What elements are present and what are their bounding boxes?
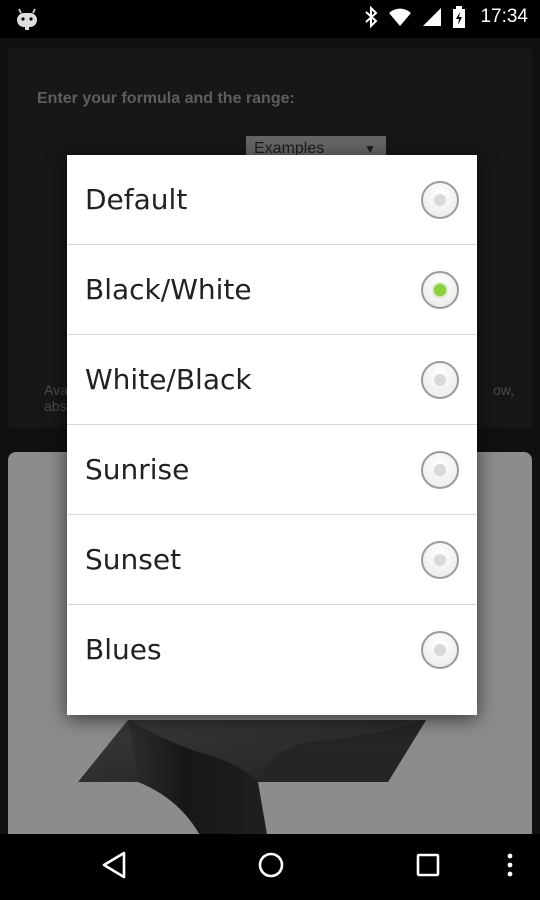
radio-button[interactable]: [421, 451, 459, 489]
recents-icon[interactable]: [414, 850, 442, 880]
radio-dot: [434, 374, 446, 386]
bluetooth-icon: [365, 6, 378, 28]
navigation-bar: [0, 834, 540, 900]
option-label: Default: [85, 183, 188, 216]
radio-button[interactable]: [421, 631, 459, 669]
option-sunrise[interactable]: Sunrise: [67, 425, 477, 515]
option-black-white[interactable]: Black/White: [67, 245, 477, 335]
option-default[interactable]: Default: [67, 155, 477, 245]
radio-dot: [434, 554, 446, 566]
back-icon[interactable]: [100, 850, 128, 880]
radio-button[interactable]: [421, 361, 459, 399]
radio-button[interactable]: [421, 181, 459, 219]
option-label: White/Black: [85, 363, 252, 396]
option-label: Sunset: [85, 543, 182, 576]
radio-button[interactable]: [421, 541, 459, 579]
option-label: Blues: [85, 633, 162, 666]
radio-button-selected[interactable]: [421, 271, 459, 309]
overflow-menu-icon[interactable]: [504, 850, 516, 880]
radio-dot: [434, 464, 446, 476]
home-icon[interactable]: [256, 850, 286, 880]
signal-icon: [423, 8, 442, 26]
option-sunset[interactable]: Sunset: [67, 515, 477, 605]
radio-dot: [434, 194, 446, 206]
color-scheme-dialog: Default Black/White White/Black Sunrise …: [67, 155, 477, 715]
status-time: 17:34: [480, 6, 528, 27]
radio-dot: [434, 644, 446, 656]
option-blues[interactable]: Blues: [67, 605, 477, 695]
radio-dot: [434, 284, 446, 296]
option-white-black[interactable]: White/Black: [67, 335, 477, 425]
option-label: Sunrise: [85, 453, 190, 486]
status-bar: 17:34: [0, 0, 540, 38]
wifi-icon: [389, 8, 412, 26]
battery-icon: [453, 6, 466, 28]
option-label: Black/White: [85, 273, 252, 306]
android-icon: [17, 8, 37, 30]
